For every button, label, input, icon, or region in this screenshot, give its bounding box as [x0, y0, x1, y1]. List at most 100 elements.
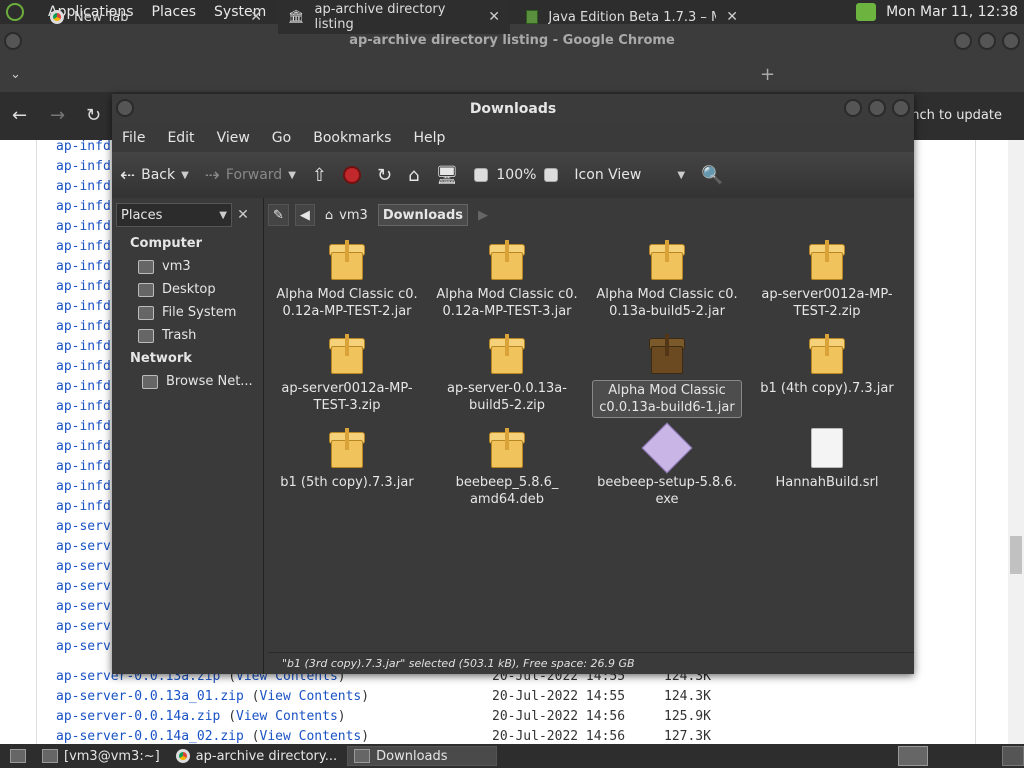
file-link[interactable]: ap-infd	[56, 419, 111, 434]
close-icon[interactable]	[892, 99, 910, 117]
listing-link-partial[interactable]: ap-serv	[56, 539, 111, 554]
minimize-icon[interactable]	[954, 32, 972, 50]
file-link[interactable]: ap-infd	[56, 339, 111, 354]
listing-link-partial[interactable]: ap-infd	[56, 499, 111, 514]
maximize-icon[interactable]	[978, 32, 996, 50]
window-menu-icon[interactable]	[4, 32, 22, 50]
listing-link-partial[interactable]: ap-serv	[56, 559, 111, 574]
file-link[interactable]: ap-infd	[56, 399, 111, 414]
file-item[interactable]: ap-server-0.0.13a-build5-2.zip	[432, 334, 582, 414]
tab-ap-archive[interactable]: 🏛 ap-archive directory listing ✕	[278, 0, 510, 34]
sidebar-item-browse-network[interactable]: Browse Net...	[142, 374, 253, 389]
file-link[interactable]: ap-infd	[56, 259, 111, 274]
file-link[interactable]: ap-serv	[56, 559, 111, 574]
relaunch-update-button[interactable]: nch to update	[907, 102, 1006, 130]
clock[interactable]: Mon Mar 11, 12:38	[886, 4, 1018, 20]
back-arrow-icon[interactable]: ←	[12, 105, 27, 126]
listing-link-partial[interactable]: ap-infd	[56, 259, 111, 274]
reload-icon[interactable]: ↻	[86, 105, 101, 126]
file-link[interactable]: ap-serv	[56, 539, 111, 554]
page-scrollbar[interactable]	[1008, 140, 1024, 744]
file-link[interactable]: ap-server-0.0.13a_01.zip	[56, 689, 244, 704]
listing-link-partial[interactable]: ap-infd	[56, 419, 111, 434]
workspace-switcher[interactable]	[898, 746, 928, 766]
forward-history-dropdown-icon[interactable]: ▼	[288, 170, 296, 181]
zoom-in-button[interactable]	[536, 168, 566, 182]
file-link[interactable]: ap-infd	[56, 319, 111, 334]
file-item[interactable]: ap-server0012a-MP- TEST-2.zip	[752, 240, 902, 320]
back-button[interactable]: ⇠ Back ▼	[112, 165, 197, 186]
forward-button[interactable]: ⇢ Forward ▼	[197, 165, 304, 186]
stop-button[interactable]	[335, 166, 369, 184]
listing-link-partial[interactable]: ap-infd	[56, 439, 111, 454]
window-menu-icon[interactable]	[116, 99, 134, 117]
edit-location-button[interactable]: ✎	[268, 204, 289, 226]
file-link[interactable]: ap-infd	[56, 219, 111, 234]
file-item[interactable]: Alpha Mod Classic c0. 0.12a-MP-TEST-2.jar	[272, 240, 422, 320]
menu-bookmarks[interactable]: Bookmarks	[313, 130, 391, 146]
view-contents-link[interactable]: View Contents	[236, 709, 338, 724]
maximize-icon[interactable]	[868, 99, 886, 117]
sidebar-type-select[interactable]: Places ▼	[116, 203, 232, 227]
forward-arrow-icon[interactable]: →	[50, 105, 65, 126]
back-history-dropdown-icon[interactable]: ▼	[181, 170, 189, 181]
file-item[interactable]: Alpha Mod Classic c0.0.13a-build6-1.jar	[592, 334, 742, 418]
listing-link-partial[interactable]: ap-infd	[56, 219, 111, 234]
listing-link-partial[interactable]: ap-infd	[56, 459, 111, 474]
listing-link-partial[interactable]: ap-infd	[56, 140, 111, 154]
tab-new-tab[interactable]: New Tab ✕	[40, 0, 272, 34]
view-contents-link[interactable]: View Contents	[260, 729, 362, 744]
file-link[interactable]: ap-infd	[56, 279, 111, 294]
show-desktop-left-button[interactable]	[4, 746, 32, 766]
tab-close-icon[interactable]: ✕	[726, 9, 738, 25]
menu-file[interactable]: File	[122, 130, 145, 146]
listing-link-partial[interactable]: ap-serv	[56, 599, 111, 614]
computer-button[interactable]: 🖥	[428, 165, 467, 186]
file-link[interactable]: ap-infd	[56, 379, 111, 394]
file-link[interactable]: ap-infd	[56, 359, 111, 374]
path-segment-vm3[interactable]: ⌂ vm3	[321, 204, 372, 226]
file-manager-titlebar[interactable]: Downloads	[112, 94, 914, 124]
home-button[interactable]: ⌂	[400, 165, 427, 186]
file-link[interactable]: ap-serv	[56, 619, 111, 634]
file-item[interactable]: beebeep-setup-5.8.6. exe	[592, 422, 742, 508]
path-scroll-left-button[interactable]: ◀	[294, 204, 315, 226]
minimize-icon[interactable]	[844, 99, 862, 117]
file-link[interactable]: ap-infd	[56, 439, 111, 454]
listing-link-partial[interactable]: ap-infd	[56, 359, 111, 374]
listing-link-partial[interactable]: ap-infd	[56, 479, 111, 494]
view-mode-select[interactable]: Icon View ▼	[566, 167, 693, 183]
listing-link-partial[interactable]: ap-infd	[56, 159, 111, 174]
listing-link-partial[interactable]: ap-infd	[56, 319, 111, 334]
menu-view[interactable]: View	[217, 130, 250, 146]
file-item[interactable]: Alpha Mod Classic c0. 0.12a-MP-TEST-3.jar	[432, 240, 582, 320]
reload-button[interactable]: ↻	[369, 165, 400, 186]
tab-close-icon[interactable]: ✕	[488, 9, 500, 25]
sidebar-item-vm3[interactable]: vm3	[138, 259, 191, 274]
app-logo-icon[interactable]	[6, 3, 24, 21]
taskbar-item-chrome[interactable]: ap-archive directory...	[170, 746, 343, 766]
listing-link-partial[interactable]: ap-serv	[56, 639, 111, 654]
file-item[interactable]: Alpha Mod Classic c0. 0.13a-build5-2.jar	[592, 240, 742, 320]
file-link[interactable]: ap-infd	[56, 499, 111, 514]
listing-link-partial[interactable]: ap-infd	[56, 199, 111, 214]
up-button[interactable]: ⇧	[304, 165, 335, 186]
listing-link-partial[interactable]: ap-infd	[56, 239, 111, 254]
file-link[interactable]: ap-infd	[56, 239, 111, 254]
menu-edit[interactable]: Edit	[167, 130, 194, 146]
file-link[interactable]: ap-server-0.0.14a.zip	[56, 709, 220, 724]
file-item[interactable]: beebeep_5.8.6_ amd64.deb	[432, 428, 582, 508]
file-link[interactable]: ap-serv	[56, 599, 111, 614]
page-scrollbar-thumb[interactable]	[1010, 536, 1022, 574]
taskbar-item-terminal[interactable]: [vm3@vm3:~]	[36, 746, 166, 766]
file-link[interactable]: ap-infd	[56, 479, 111, 494]
tray-update-icon[interactable]	[856, 3, 877, 21]
listing-link-partial[interactable]: ap-infd	[56, 339, 111, 354]
listing-link-partial[interactable]: ap-infd	[56, 299, 111, 314]
file-link[interactable]: ap-infd	[56, 199, 111, 214]
tab-close-icon[interactable]: ✕	[250, 9, 262, 25]
listing-link-partial[interactable]: ap-infd	[56, 279, 111, 294]
sidebar-item-desktop[interactable]: Desktop	[138, 282, 216, 297]
zoom-out-button[interactable]	[466, 168, 496, 182]
sidebar-item-file-system[interactable]: File System	[138, 305, 236, 320]
